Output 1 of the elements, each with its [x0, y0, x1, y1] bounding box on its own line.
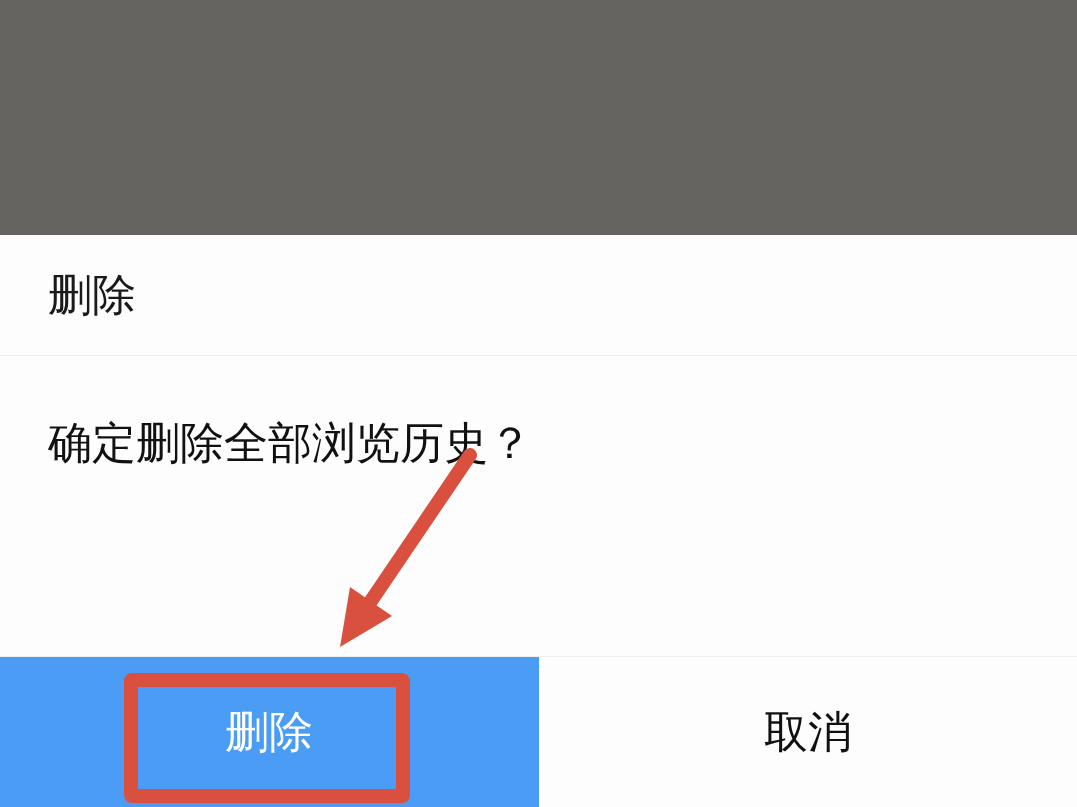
dialog-title: 删除 [48, 268, 136, 322]
